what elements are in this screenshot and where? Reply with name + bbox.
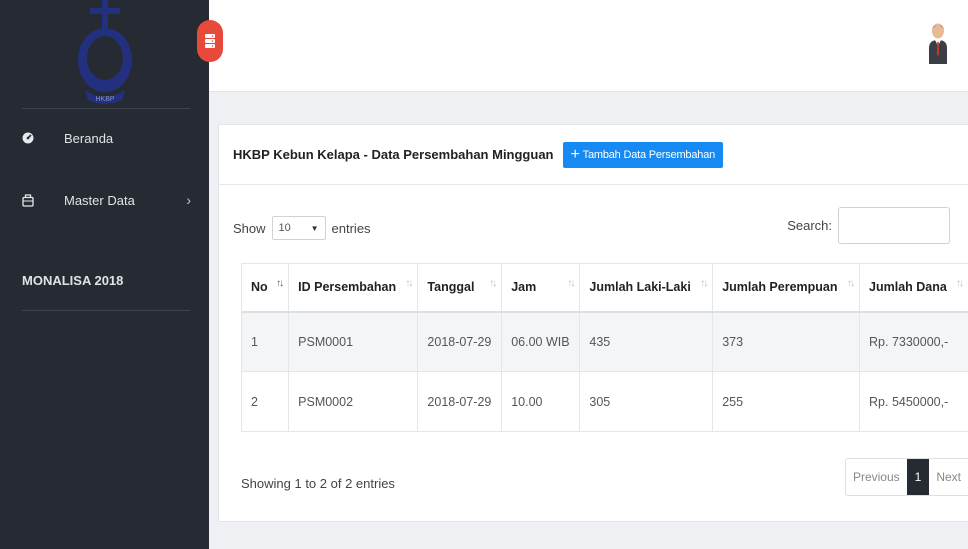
- sidebar-item-beranda[interactable]: Beranda: [0, 118, 209, 158]
- table-cell: 2018-07-29: [417, 311, 503, 372]
- show-label: Show: [233, 220, 266, 236]
- column-header-id[interactable]: ID Persembahan ↑↓: [288, 263, 419, 313]
- top-header: [209, 0, 968, 92]
- sidebar-divider: [22, 108, 190, 109]
- entries-label: entries: [331, 220, 371, 236]
- search-area: Search:: [787, 207, 950, 244]
- sort-icon: ↑↓: [405, 278, 413, 289]
- pagination: Previous 1 Next: [844, 458, 968, 496]
- sidebar-heading: MONALISA 2018: [22, 273, 124, 288]
- table-cell: PSM0001: [288, 311, 419, 372]
- table-row: 1 PSM0001 2018-07-29 06.00 WIB 435 373 R…: [240, 311, 968, 372]
- persembahan-table: No ↑↓ ID Persembahan ↑↓ Tanggal ↑↓ Jam ↑↓ Ju…: [240, 263, 968, 432]
- search-input[interactable]: [838, 207, 950, 244]
- next-page-button[interactable]: Next: [929, 459, 968, 495]
- caret-down-icon: ▼: [310, 223, 319, 233]
- column-header-no[interactable]: No ↑↓: [240, 263, 290, 313]
- church-logo-icon: HKBP: [78, 0, 132, 104]
- table-cell: 1: [240, 311, 290, 372]
- add-persembahan-button[interactable]: + Tambah Data Persembahan: [562, 141, 724, 168]
- user-avatar-icon: [929, 23, 947, 64]
- sort-icon: ↑↓: [700, 278, 708, 289]
- user-avatar[interactable]: [928, 22, 948, 67]
- table-cell: 10.00: [501, 371, 581, 432]
- previous-page-button[interactable]: Previous: [846, 459, 907, 495]
- table-cell: Rp. 7330000,-: [859, 311, 968, 372]
- column-header-tanggal[interactable]: Tanggal ↑↓: [417, 263, 503, 313]
- sidebar-item-label: Master Data: [64, 192, 135, 208]
- table-header-row: No ↑↓ ID Persembahan ↑↓ Tanggal ↑↓ Jam ↑↓ Ju…: [240, 263, 968, 313]
- sort-icon: ↑↓: [567, 278, 575, 289]
- table-cell: 435: [579, 311, 714, 372]
- table-cell: 06.00 WIB: [501, 311, 581, 372]
- table-cell: 255: [712, 371, 861, 432]
- table-cell: 2018-07-29: [417, 371, 503, 432]
- plus-icon: +: [570, 145, 580, 163]
- sort-asc-icon: ↑↓: [276, 278, 284, 289]
- column-header-perempuan[interactable]: Jumlah Perempuan ↑↓: [712, 263, 861, 313]
- sidebar-toggle-button[interactable]: [197, 20, 223, 62]
- data-card: HKBP Kebun Kelapa - Data Persembahan Min…: [218, 124, 968, 522]
- entries-select[interactable]: 10 ▼: [271, 216, 326, 240]
- page-button-current[interactable]: 1: [906, 459, 930, 495]
- entries-length: Show 10 ▼ entries: [233, 216, 371, 240]
- briefcase-icon: [22, 193, 34, 207]
- column-header-laki-laki[interactable]: Jumlah Laki-Laki ↑↓: [579, 263, 714, 313]
- table-cell: 373: [712, 311, 861, 372]
- sidebar-item-label: Beranda: [64, 130, 114, 146]
- table-cell: Rp. 5450000,-: [859, 371, 968, 432]
- table-info: Showing 1 to 2 of 2 entries: [241, 476, 395, 491]
- card-header: HKBP Kebun Kelapa - Data Persembahan Min…: [219, 125, 968, 185]
- svg-text:HKBP: HKBP: [95, 96, 114, 103]
- column-header-jam[interactable]: Jam ↑↓: [501, 263, 581, 313]
- page-title: HKBP Kebun Kelapa - Data Persembahan Min…: [233, 147, 554, 162]
- sidebar: HKBP Beranda Master Data › MONALISA 2018: [0, 0, 209, 549]
- table-cell: PSM0002: [288, 371, 419, 432]
- table-row: 2 PSM0002 2018-07-29 10.00 305 255 Rp. 5…: [240, 371, 968, 432]
- dashboard-icon: [22, 132, 34, 144]
- sort-icon: ↑↓: [847, 278, 855, 289]
- sort-icon: ↑↓: [489, 278, 497, 289]
- sidebar-divider: [22, 310, 190, 311]
- table-cell: 305: [579, 371, 714, 432]
- table-controls: Show 10 ▼ entries Search:: [233, 207, 950, 245]
- table-cell: 2: [240, 371, 290, 432]
- logo: HKBP: [0, 0, 209, 108]
- sort-icon: ↑↓: [956, 278, 964, 289]
- search-label: Search:: [787, 218, 832, 233]
- add-button-label: Tambah Data Persembahan: [582, 148, 716, 161]
- chevron-right-icon: ›: [186, 192, 191, 208]
- sidebar-item-master-data[interactable]: Master Data ›: [0, 180, 209, 220]
- column-header-dana[interactable]: Jumlah Dana ↑↓: [859, 263, 968, 313]
- server-icon: [205, 34, 215, 48]
- entries-value: 10: [278, 222, 291, 234]
